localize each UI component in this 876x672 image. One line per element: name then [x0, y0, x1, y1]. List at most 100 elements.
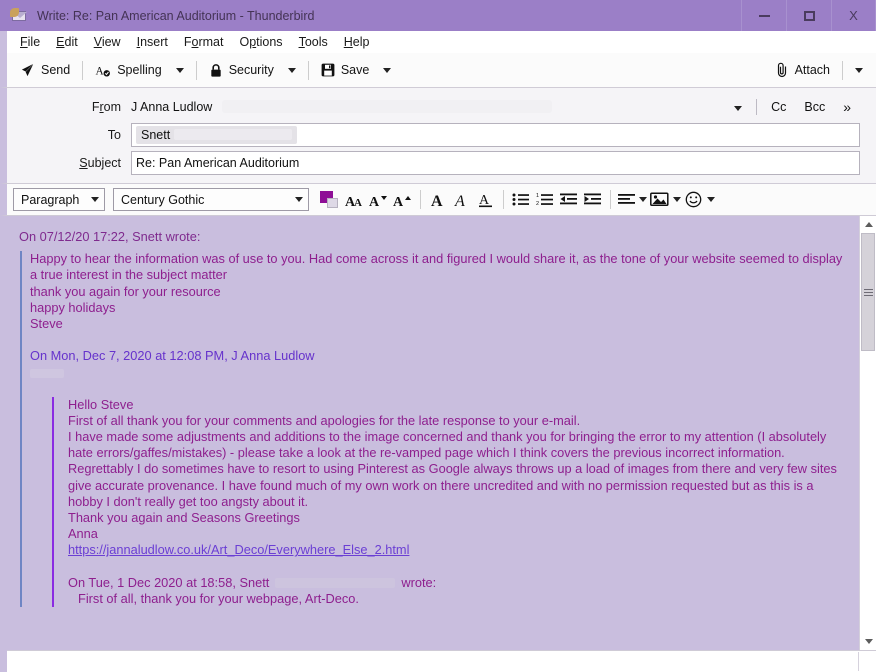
- increase-font-size-button[interactable]: A: [391, 187, 415, 213]
- italic-button[interactable]: A: [450, 187, 474, 213]
- quote2-link-line: https://jannaludlow.co.uk/Art_Deco/Every…: [68, 542, 843, 558]
- scroll-down-button[interactable]: [860, 633, 876, 650]
- security-label: Security: [229, 63, 274, 77]
- paragraph-style-select[interactable]: Paragraph: [13, 188, 105, 211]
- from-dropdown-button[interactable]: [725, 100, 751, 114]
- chevron-down-icon: [734, 106, 742, 111]
- from-row-actions: Cc Bcc »: [725, 99, 876, 115]
- to-input[interactable]: Snett: [131, 123, 860, 147]
- chevron-down-icon: [707, 197, 715, 202]
- article-link[interactable]: https://jannaludlow.co.uk/Art_Deco/Every…: [68, 542, 409, 557]
- bold-button[interactable]: A: [426, 187, 450, 213]
- align-button[interactable]: [616, 187, 636, 213]
- paragraph-style-value: Paragraph: [21, 193, 79, 207]
- recipient-address-redaction: [174, 129, 292, 140]
- spelling-button[interactable]: A Spelling: [88, 57, 168, 84]
- quote2-line: First of all thank you for your comments…: [68, 413, 843, 429]
- spelling-dropdown-button[interactable]: [169, 57, 191, 84]
- menu-edit[interactable]: Edit: [50, 33, 88, 51]
- resize-grip[interactable]: [858, 652, 875, 671]
- font-family-select[interactable]: Century Gothic: [113, 188, 309, 211]
- menu-tools[interactable]: Tools: [293, 33, 338, 51]
- menu-format[interactable]: Format: [178, 33, 234, 51]
- toolbar-separator: [420, 190, 421, 209]
- chevron-down-icon: [288, 68, 296, 73]
- attach-dropdown-button[interactable]: [848, 57, 870, 84]
- decrease-font-size-button[interactable]: A: [367, 187, 391, 213]
- security-dropdown-button[interactable]: [281, 57, 303, 84]
- menu-options[interactable]: Options: [233, 33, 292, 51]
- save-dropdown-button[interactable]: [376, 57, 398, 84]
- close-button[interactable]: X: [831, 0, 876, 31]
- scroll-down-arrow-icon: [865, 639, 873, 644]
- email-address-redaction: [30, 369, 64, 378]
- send-button[interactable]: Send: [13, 57, 77, 84]
- menu-insert[interactable]: Insert: [131, 33, 178, 51]
- compose-window: Write: Re: Pan American Auditorium - Thu…: [0, 0, 876, 672]
- quote2-line: Anna: [68, 526, 843, 542]
- cc-button[interactable]: Cc: [762, 100, 795, 114]
- chevron-down-icon: [91, 197, 99, 202]
- scroll-up-button[interactable]: [860, 216, 876, 233]
- paperclip-icon: [775, 62, 789, 78]
- security-button[interactable]: Security: [202, 57, 281, 84]
- quote3-header: On Tue, 1 Dec 2020 at 18:58, Snett wrote:: [68, 575, 843, 591]
- color-swatch-icon: [320, 191, 340, 209]
- quote1-line: thank you again for your resource: [30, 284, 843, 300]
- insert-image-button[interactable]: [648, 187, 670, 213]
- from-value[interactable]: J Anna Ludlow: [131, 100, 725, 114]
- blank-line: [30, 381, 843, 397]
- toolbar-separator: [503, 190, 504, 209]
- svg-text:A: A: [96, 65, 105, 77]
- toolbar-separator: [610, 190, 611, 209]
- scrollbar-thumb[interactable]: [861, 233, 875, 351]
- svg-text:A: A: [393, 195, 404, 208]
- subject-input[interactable]: Re: Pan American Auditorium: [131, 151, 860, 175]
- numbered-list-button[interactable]: 12: [533, 187, 557, 213]
- image-dropdown-button[interactable]: [670, 187, 682, 213]
- quote3-header-end: wrote:: [401, 575, 436, 590]
- quote-level-1: Happy to hear the information was of use…: [20, 251, 843, 607]
- menu-file[interactable]: File: [14, 33, 50, 51]
- menu-help[interactable]: Help: [338, 33, 380, 51]
- send-icon: [20, 63, 35, 78]
- subject-row: Subject Re: Pan American Auditorium: [7, 150, 876, 175]
- more-recipients-button[interactable]: »: [834, 99, 858, 115]
- message-editor[interactable]: On 07/12/20 17:22, Snett wrote: Happy to…: [7, 216, 859, 672]
- font-color-button[interactable]: [317, 187, 343, 213]
- save-button[interactable]: Save: [314, 57, 377, 84]
- underline-button[interactable]: A: [474, 187, 498, 213]
- subject-label: Subject: [7, 156, 131, 170]
- minimize-button[interactable]: [741, 0, 786, 31]
- quote3-line: First of all, thank you for your webpage…: [78, 591, 843, 607]
- scrollbar-grip-icon: [864, 287, 873, 298]
- bcc-button[interactable]: Bcc: [795, 100, 834, 114]
- indent-button[interactable]: [581, 187, 605, 213]
- font-size-button[interactable]: AA: [343, 187, 367, 213]
- send-label: Send: [41, 63, 70, 77]
- svg-text:A: A: [354, 197, 362, 208]
- quote2-header-redaction-line: [30, 364, 843, 380]
- separator: [756, 99, 757, 115]
- svg-text:A: A: [454, 193, 465, 208]
- menu-view[interactable]: View: [88, 33, 131, 51]
- quote2-line: I have made some adjustments and additio…: [68, 429, 843, 461]
- vertical-scrollbar[interactable]: [859, 216, 876, 672]
- main-toolbar: Send A Spelling Security Save: [0, 53, 876, 88]
- toolbar-separator: [842, 61, 843, 80]
- recipient-pill[interactable]: Snett: [136, 126, 297, 144]
- quote2-line: Regrettably I do sometimes have to resor…: [68, 461, 843, 510]
- from-redaction: [222, 100, 552, 113]
- quote3-header-start: On Tue, 1 Dec 2020 at 18:58, Snett: [68, 575, 269, 590]
- quote1-line: Happy to hear the information was of use…: [30, 251, 843, 283]
- attach-button[interactable]: Attach: [768, 57, 837, 84]
- blank-line: [30, 332, 843, 348]
- chevron-down-icon: [673, 197, 681, 202]
- emoji-dropdown-button[interactable]: [704, 187, 716, 213]
- maximize-button[interactable]: [786, 0, 831, 31]
- scrollbar-track[interactable]: [860, 233, 876, 633]
- outdent-button[interactable]: [557, 187, 581, 213]
- emoji-button[interactable]: [682, 187, 704, 213]
- align-dropdown-button[interactable]: [636, 187, 648, 213]
- bullet-list-button[interactable]: [509, 187, 533, 213]
